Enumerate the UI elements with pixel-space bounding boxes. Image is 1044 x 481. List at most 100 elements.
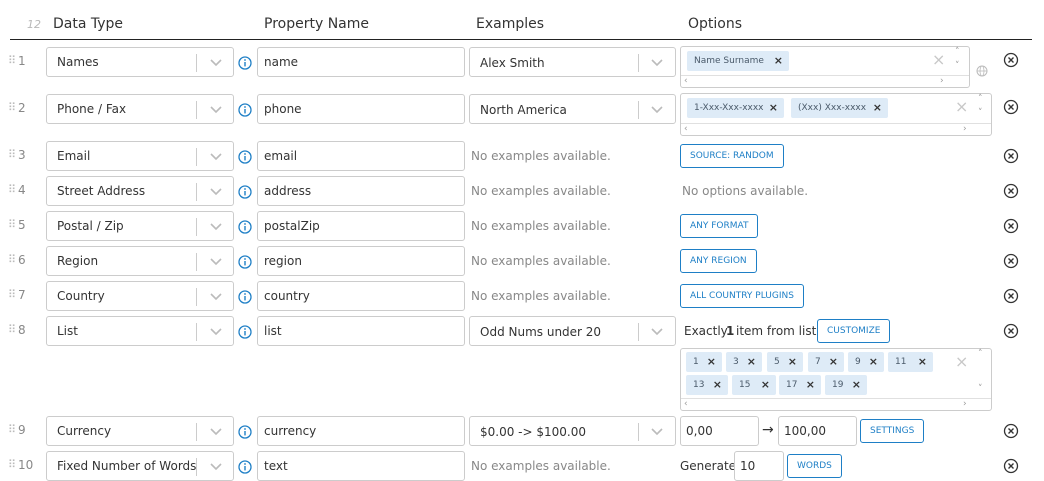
property-name-input[interactable]	[257, 416, 465, 446]
property-name-input[interactable]	[257, 141, 465, 171]
x-icon[interactable]: ×	[774, 51, 783, 71]
drag-handle-icon[interactable]: ⠿	[8, 458, 16, 471]
close-circle-icon[interactable]	[1003, 253, 1019, 269]
customize-button[interactable]: CUSTOMIZE	[817, 319, 891, 343]
chevron-down-icon[interactable]	[208, 323, 224, 339]
examples-select[interactable]: $0.00 -> $100.00	[469, 416, 676, 446]
data-type-select[interactable]: Country	[46, 281, 234, 311]
scroll-right-icon[interactable]: ›	[963, 124, 967, 134]
info-circle-icon[interactable]	[238, 102, 252, 117]
data-type-select[interactable]: Street Address	[46, 176, 234, 206]
close-circle-icon[interactable]	[1003, 183, 1019, 199]
close-circle-icon[interactable]	[1003, 218, 1019, 234]
currency-to-input[interactable]	[778, 416, 857, 446]
scroll-down-icon[interactable]: ˅	[978, 108, 983, 118]
data-type-select[interactable]: Postal / Zip	[46, 211, 234, 241]
info-circle-icon[interactable]	[238, 149, 252, 164]
data-type-select[interactable]: Region	[46, 246, 234, 276]
scroll-up-icon[interactable]: ˄	[978, 349, 983, 359]
drag-handle-icon[interactable]: ⠿	[8, 253, 16, 266]
examples-select[interactable]: North America	[469, 94, 676, 124]
region-button[interactable]: ANY REGION	[680, 249, 757, 273]
scroll-right-icon[interactable]: ›	[940, 76, 944, 86]
chevron-down-icon[interactable]	[649, 323, 665, 339]
x-icon[interactable]: ×	[829, 352, 838, 372]
info-circle-icon[interactable]	[238, 219, 252, 234]
x-icon[interactable]: ×	[918, 352, 927, 372]
close-circle-icon[interactable]	[1003, 148, 1019, 164]
currency-from-input[interactable]	[680, 416, 759, 446]
property-name-input[interactable]	[257, 246, 465, 276]
drag-handle-icon[interactable]: ⠿	[8, 323, 16, 336]
format-button[interactable]: ANY FORMAT	[680, 214, 759, 238]
examples-select[interactable]: Alex Smith	[469, 47, 676, 77]
data-type-select[interactable]: Fixed Number of Words	[46, 451, 234, 481]
chevron-down-icon[interactable]	[208, 101, 224, 117]
scroll-up-icon[interactable]: ˄	[978, 94, 983, 104]
scroll-left-icon[interactable]: ‹	[684, 76, 688, 86]
horizontal-scrollbar[interactable]	[681, 75, 969, 76]
chevron-down-icon[interactable]	[649, 101, 665, 117]
drag-handle-icon[interactable]: ⠿	[8, 54, 16, 67]
scroll-down-icon[interactable]: ˅	[978, 384, 983, 394]
chevron-down-icon[interactable]	[208, 183, 224, 199]
info-circle-icon[interactable]	[238, 184, 252, 199]
settings-button[interactable]: SETTINGS	[860, 419, 925, 443]
info-circle-icon[interactable]	[238, 55, 252, 70]
x-icon[interactable]: ×	[707, 352, 716, 372]
x-icon[interactable]: ×	[806, 375, 815, 395]
drag-handle-icon[interactable]: ⠿	[8, 101, 16, 114]
data-type-select[interactable]: Email	[46, 141, 234, 171]
info-circle-icon[interactable]	[238, 424, 252, 439]
close-circle-icon[interactable]	[1003, 458, 1019, 474]
drag-handle-icon[interactable]: ⠿	[8, 423, 16, 436]
x-icon[interactable]: ×	[761, 375, 770, 395]
chevron-down-icon[interactable]	[208, 423, 224, 439]
country-plugins-button[interactable]: ALL COUNTRY PLUGINS	[680, 284, 804, 308]
scroll-down-icon[interactable]: ˅	[955, 61, 960, 71]
close-circle-icon[interactable]	[1003, 288, 1019, 304]
chevron-down-icon[interactable]	[208, 288, 224, 304]
drag-handle-icon[interactable]: ⠿	[8, 148, 16, 161]
options-tag-box[interactable]: 1-Xxx-Xxx-xxxx × (Xxx) Xxx-xxxx × × ˄ ˅ …	[680, 93, 992, 136]
property-name-input[interactable]	[257, 316, 465, 346]
property-name-input[interactable]	[257, 211, 465, 241]
data-type-select[interactable]: List	[46, 316, 234, 346]
property-name-input[interactable]	[257, 176, 465, 206]
x-icon[interactable]: ×	[713, 375, 722, 395]
chevron-down-icon[interactable]	[208, 54, 224, 70]
chevron-down-icon[interactable]	[208, 218, 224, 234]
chevron-down-icon[interactable]	[649, 423, 665, 439]
property-name-input[interactable]	[257, 47, 465, 77]
info-circle-icon[interactable]	[238, 254, 252, 269]
close-circle-icon[interactable]	[1003, 323, 1019, 339]
clear-icon[interactable]: ×	[932, 50, 945, 69]
data-type-select[interactable]: Names	[46, 47, 234, 77]
scroll-up-icon[interactable]: ˄	[955, 47, 960, 57]
drag-handle-icon[interactable]: ⠿	[8, 288, 16, 301]
scroll-left-icon[interactable]: ‹	[684, 399, 688, 409]
clear-icon[interactable]: ×	[955, 97, 968, 116]
info-circle-icon[interactable]	[238, 324, 252, 339]
x-icon[interactable]: ×	[852, 375, 861, 395]
horizontal-scrollbar[interactable]	[681, 398, 991, 399]
horizontal-scrollbar[interactable]	[681, 123, 991, 124]
data-type-select[interactable]: Currency	[46, 416, 234, 446]
property-name-input[interactable]	[257, 451, 465, 481]
drag-handle-icon[interactable]: ⠿	[8, 183, 16, 196]
options-tag-box[interactable]: Name Surname × × ˄ ˅ ‹ ›	[680, 46, 970, 88]
close-circle-icon[interactable]	[1003, 423, 1019, 439]
scroll-right-icon[interactable]: ›	[963, 399, 967, 409]
data-type-select[interactable]: Phone / Fax	[46, 94, 234, 124]
chevron-down-icon[interactable]	[649, 54, 665, 70]
drag-handle-icon[interactable]: ⠿	[8, 218, 16, 231]
close-circle-icon[interactable]	[1003, 52, 1019, 68]
property-name-input[interactable]	[257, 281, 465, 311]
x-icon[interactable]: ×	[769, 98, 778, 118]
scroll-left-icon[interactable]: ‹	[684, 124, 688, 134]
info-circle-icon[interactable]	[238, 289, 252, 304]
word-count-input[interactable]	[734, 451, 784, 481]
clear-icon[interactable]: ×	[955, 352, 968, 371]
list-tag-box[interactable]: 1 × 3 × 5 × 7 × 9 × 11 × 13 × 15 × 17 × 19 × × ˄ ˅…	[680, 348, 992, 411]
x-icon[interactable]: ×	[869, 352, 878, 372]
